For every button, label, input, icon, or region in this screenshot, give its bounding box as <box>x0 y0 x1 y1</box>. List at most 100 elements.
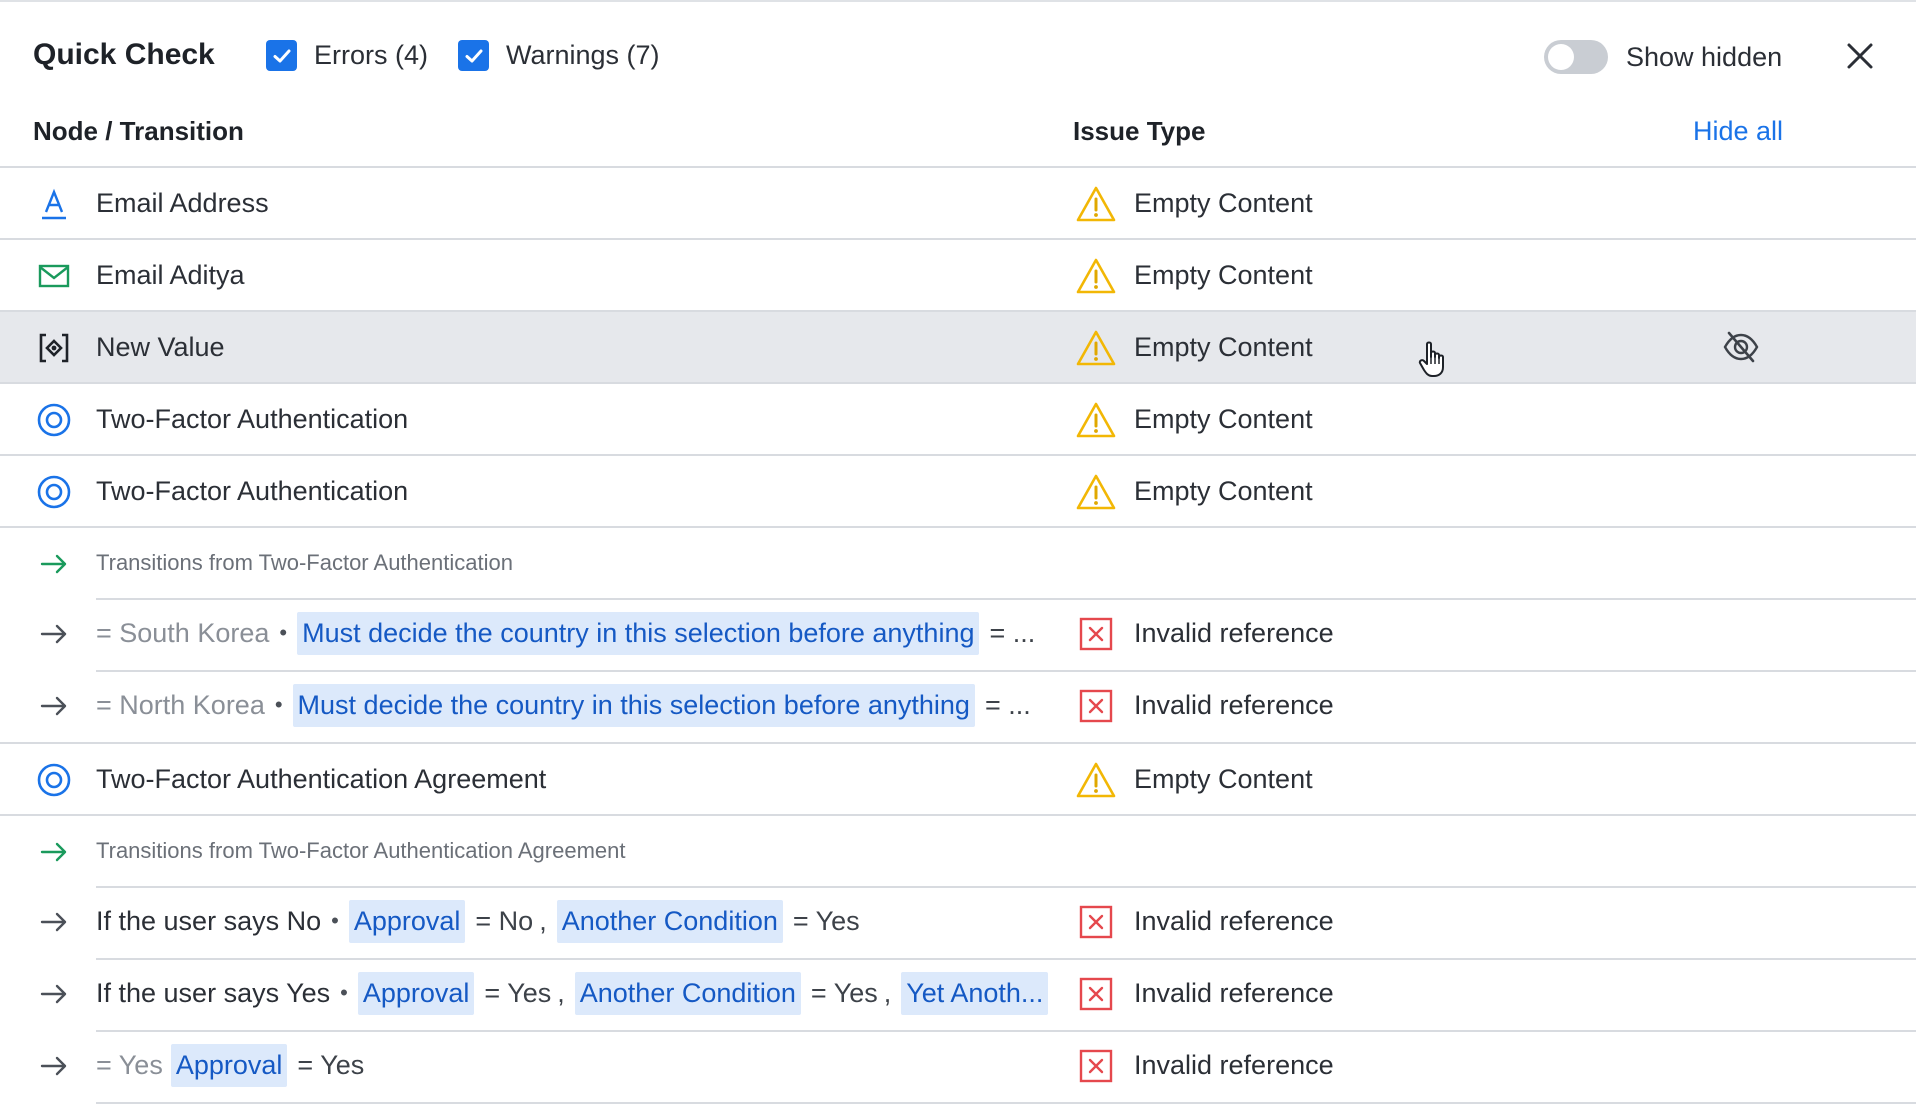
condition-value: = Yes <box>484 977 552 1008</box>
panel-title: Quick Check <box>33 38 215 71</box>
node-name: Two-Factor Authentication <box>96 403 409 434</box>
issue-type: Empty Content <box>1134 259 1313 290</box>
transition-group-label: Transitions from Two-Factor Authenticati… <box>96 816 1066 886</box>
hide-all-link[interactable]: Hide all <box>1693 116 1783 147</box>
text-input-icon <box>34 184 74 224</box>
error-icon <box>1076 614 1116 654</box>
issue-type: Invalid reference <box>1134 1049 1334 1080</box>
issue-type: Empty Content <box>1134 475 1313 506</box>
condition-prefix: = South Korea <box>96 617 270 648</box>
errors-filter[interactable]: Errors (4) <box>266 40 428 71</box>
arrow-icon <box>34 1046 74 1086</box>
warning-icon <box>1076 256 1116 296</box>
transition-arrow-icon <box>34 544 74 584</box>
variable-icon <box>34 328 74 368</box>
warnings-filter[interactable]: Warnings (7) <box>458 40 660 71</box>
issue-type: Empty Content <box>1134 331 1313 362</box>
node-name: Two-Factor Authentication <box>96 475 409 506</box>
transition-condition: If the user says No • Approval = No, Another… <box>96 886 1066 956</box>
hand-cursor-icon <box>1418 341 1444 377</box>
arrow-icon <box>34 902 74 942</box>
group-label: Transitions from Two-Factor Authenticati… <box>96 838 626 863</box>
reference-chip[interactable]: Approval <box>348 899 466 943</box>
node-row[interactable]: Email Address Empty Content <box>0 166 1916 238</box>
condition-value: = Yes <box>810 977 878 1008</box>
transition-row[interactable]: If the user says Yes • Approval = Yes, Anoth… <box>0 958 1916 1030</box>
node-row[interactable]: New Value Empty Content <box>0 310 1916 382</box>
reference-chip[interactable]: Must decide the country in this selectio… <box>297 611 980 655</box>
comma: , <box>539 905 547 936</box>
error-icon <box>1076 1046 1116 1086</box>
comma: , <box>883 977 892 1008</box>
reference-chip[interactable]: Yet Anoth... <box>901 971 1049 1015</box>
issue-type: Invalid reference <box>1134 617 1334 648</box>
condition-expression: = North Korea • Must decide the country in… <box>96 683 1041 727</box>
condition-prefix: = Yes <box>96 1049 163 1080</box>
node-name: Email Aditya <box>96 259 245 290</box>
separator-dot: • <box>331 908 339 933</box>
condition-expression: If the user says No • Approval = No, Another… <box>96 899 870 943</box>
reference-chip[interactable]: Another Condition <box>556 899 783 943</box>
reference-chip[interactable]: Approval <box>357 971 475 1015</box>
issue-type: Invalid reference <box>1134 689 1334 720</box>
condition-value: = No <box>475 905 534 936</box>
transition-group-row[interactable]: Transitions from Two-Factor Authenticati… <box>0 526 1916 598</box>
node-name: Two-Factor Authentication Agreement <box>96 763 547 794</box>
transition-row[interactable]: = Yes Approval = Yes Invalid reference <box>0 1030 1916 1102</box>
issue-type: Empty Content <box>1134 187 1313 218</box>
show-hidden-label: Show hidden <box>1626 41 1783 72</box>
column-header-node: Node / Transition <box>33 116 244 146</box>
column-header-issue: Issue Type <box>1073 116 1206 146</box>
node-row[interactable]: Email Aditya Empty Content <box>0 238 1916 310</box>
issue-list: Email Address Empty Content Email Aditya Em… <box>0 166 1916 1104</box>
separator-dot: • <box>279 620 288 645</box>
reference-chip[interactable]: Must decide the country in this selectio… <box>292 683 975 727</box>
errors-checkbox[interactable] <box>266 40 297 71</box>
warning-icon <box>1076 760 1116 800</box>
error-icon <box>1076 974 1116 1014</box>
warnings-checkbox[interactable] <box>458 40 489 71</box>
reference-chip[interactable]: Approval <box>170 1043 288 1087</box>
separator-dot: • <box>274 692 283 717</box>
condition-expression: = Yes Approval = Yes <box>96 1043 374 1087</box>
condition-value: = ... <box>984 689 1031 720</box>
toggle-knob <box>1548 44 1574 70</box>
comma: , <box>557 977 565 1008</box>
transition-row[interactable]: If the user says No • Approval = No, Another… <box>0 886 1916 958</box>
node-row[interactable]: Two-Factor Authentication Empty Content <box>0 382 1916 454</box>
transition-condition: = North Korea • Must decide the country in… <box>96 670 1066 740</box>
transition-condition: = Yes Approval = Yes <box>96 1030 1066 1100</box>
node-row[interactable]: Two-Factor Authentication Empty Content <box>0 454 1916 526</box>
condition-prefix: If the user says No <box>96 905 322 936</box>
arrow-icon <box>34 974 74 1014</box>
issue-type: Empty Content <box>1134 763 1313 794</box>
warning-icon <box>1076 472 1116 512</box>
condition-value: = ... <box>989 617 1036 648</box>
target-icon <box>34 472 74 512</box>
error-icon <box>1076 902 1116 942</box>
condition-value: = Yes <box>297 1049 365 1080</box>
condition-prefix: If the user says Yes <box>96 977 331 1008</box>
show-hidden-toggle[interactable]: Show hidden <box>1544 40 1782 74</box>
checkmark-icon <box>273 49 290 62</box>
arrow-icon <box>34 614 74 654</box>
hide-eye-icon[interactable] <box>1722 328 1760 366</box>
transition-group-row[interactable]: Transitions from Two-Factor Authenticati… <box>0 814 1916 886</box>
condition-prefix: = North Korea <box>96 689 265 720</box>
toggle-switch[interactable] <box>1544 40 1608 74</box>
warning-icon <box>1076 184 1116 224</box>
node-row[interactable]: Two-Factor Authentication Agreement Empty… <box>0 742 1916 814</box>
node-name: Email Address <box>96 187 269 218</box>
issue-type: Invalid reference <box>1134 905 1334 936</box>
target-icon <box>34 760 74 800</box>
reference-chip[interactable]: Another Condition <box>574 971 801 1015</box>
errors-filter-label: Errors (4) <box>314 40 428 70</box>
condition-expression: = South Korea • Must decide the country in… <box>96 611 1045 655</box>
issue-type: Invalid reference <box>1134 977 1334 1008</box>
transition-row[interactable]: = North Korea • Must decide the country in… <box>0 670 1916 742</box>
transition-group-label: Transitions from Two-Factor Authenticati… <box>96 528 1066 598</box>
transition-arrow-icon <box>34 832 74 872</box>
condition-expression: If the user says Yes • Approval = Yes, Anoth… <box>96 971 1049 1015</box>
close-icon[interactable] <box>1844 40 1876 72</box>
transition-row[interactable]: = South Korea • Must decide the country in… <box>0 598 1916 670</box>
